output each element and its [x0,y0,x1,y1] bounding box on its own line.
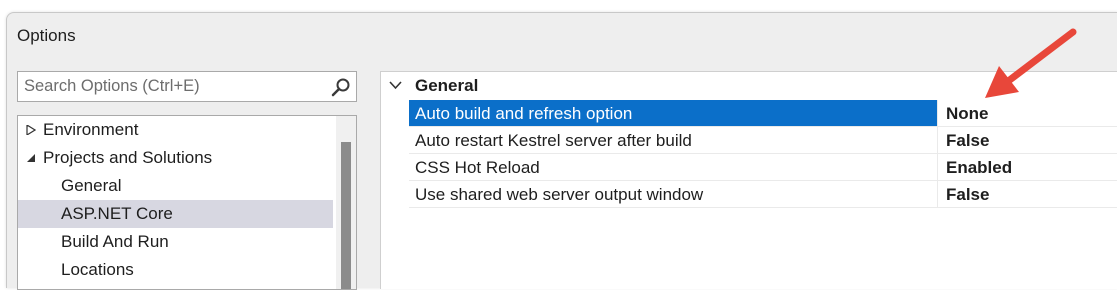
tree-item-projects-and-solutions[interactable]: Projects and Solutions [18,144,333,172]
expand-arrow-icon[interactable] [26,125,36,135]
options-dialog: Options Environment Projects and Solutio… [6,12,1117,290]
search-input[interactable] [18,72,324,101]
property-value[interactable]: False [937,127,1117,153]
tree-item-label: Projects and Solutions [43,148,213,167]
tree-scrollbar[interactable] [336,116,356,289]
chevron-down-icon[interactable] [389,81,402,90]
tree-item-build-and-run[interactable]: Build And Run [18,228,333,256]
search-box[interactable] [17,71,357,102]
tree-item-aspnet-core[interactable]: ASP.NET Core [18,200,333,228]
tree-item-label: Locations [61,260,134,279]
tree-item-locations[interactable]: Locations [18,256,333,284]
property-grid: General Auto build and refresh option No… [380,71,1117,289]
property-group-general[interactable]: General [381,72,1117,100]
property-value[interactable]: Enabled [937,154,1117,180]
property-row-css-hot-reload[interactable]: CSS Hot Reload Enabled [409,154,1117,181]
property-row-auto-build[interactable]: Auto build and refresh option None [409,100,1117,127]
tree-item-label: General [61,176,122,195]
group-label: General [415,76,479,95]
tree-item-label: Build And Run [61,232,169,251]
scrollbar-thumb[interactable] [341,142,351,289]
property-name: Auto build and refresh option [409,100,937,126]
tree-item-environment[interactable]: Environment [18,116,333,144]
options-tree: Environment Projects and Solutions Gener… [17,115,357,290]
tree-item-label: ASP.NET Core [61,204,173,223]
property-value[interactable]: None [937,100,1117,126]
window-title: Options [17,26,76,45]
property-name: Auto restart Kestrel server after build [415,131,692,150]
collapse-arrow-icon[interactable] [26,153,36,163]
tree-item-label: Environment [43,120,139,139]
property-value[interactable]: False [937,181,1117,207]
property-row-shared-output-window[interactable]: Use shared web server output window Fals… [409,181,1117,208]
property-name: CSS Hot Reload [415,158,540,177]
property-row-auto-restart-kestrel[interactable]: Auto restart Kestrel server after build … [409,127,1117,154]
property-name: Use shared web server output window [415,185,704,204]
tree-item-general[interactable]: General [18,172,333,200]
search-icon[interactable] [331,77,351,97]
